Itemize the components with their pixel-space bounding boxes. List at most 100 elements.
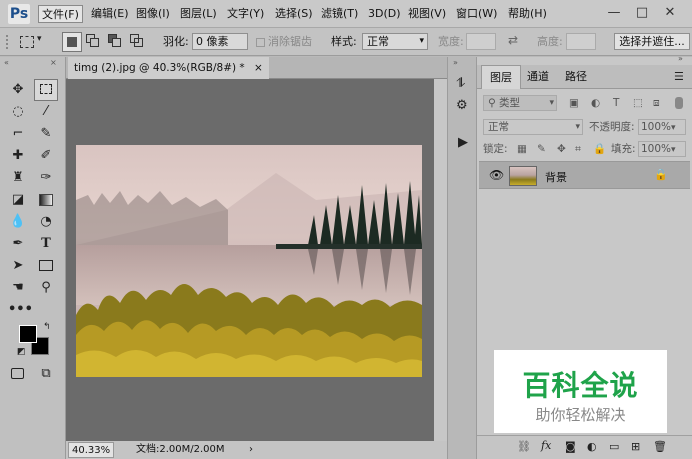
- layer-name: 背景: [545, 171, 567, 184]
- lock-position-icon[interactable]: ✥: [557, 139, 566, 159]
- filter-toggle[interactable]: [675, 97, 683, 109]
- pen-tool-icon[interactable]: ✒: [8, 235, 28, 253]
- chevron-down-icon: ▾: [671, 123, 676, 133]
- close-icon[interactable]: ×: [254, 62, 263, 74]
- filter-pixel-icon[interactable]: ▣: [569, 93, 579, 113]
- lasso-tool-icon[interactable]: ◌: [8, 103, 28, 121]
- actions-panel-icon[interactable]: ▶: [458, 135, 468, 150]
- lock-pixels-icon[interactable]: ✎: [537, 139, 546, 159]
- status-menu-arrow[interactable]: ›: [249, 441, 253, 459]
- panel-menu-icon[interactable]: ☰: [674, 70, 684, 83]
- filter-smart-icon[interactable]: ⧈: [653, 93, 660, 113]
- menu-help[interactable]: 帮助(H): [505, 5, 550, 23]
- menu-image[interactable]: 图像(I): [133, 5, 173, 23]
- trash-icon[interactable]: 🗑: [653, 440, 667, 453]
- quick-mask-icon[interactable]: [8, 365, 28, 383]
- menu-select[interactable]: 选择(S): [272, 5, 316, 23]
- subtract-selection-icon[interactable]: [108, 34, 122, 48]
- menu-layer[interactable]: 图层(L): [177, 5, 220, 23]
- filter-kind-select[interactable]: ⚲ 类型 ▾: [483, 95, 557, 111]
- path-selection-tool-icon[interactable]: ➤: [8, 257, 28, 275]
- default-colors-icon[interactable]: ◩: [17, 347, 26, 357]
- blur-tool-icon[interactable]: 💧: [8, 213, 28, 231]
- filter-shape-icon[interactable]: ⬚: [633, 93, 643, 113]
- blend-mode-select[interactable]: 正常 ▾: [483, 119, 583, 135]
- document-tab[interactable]: timg (2).jpg @ 40.3%(RGB/8#) * ×: [68, 57, 269, 79]
- opacity-input[interactable]: 100%▾: [638, 119, 686, 135]
- fill-input[interactable]: 100%▾: [638, 141, 686, 157]
- select-and-mask-button[interactable]: 选择并遮住...: [614, 33, 690, 50]
- filter-type-icon[interactable]: T: [613, 93, 619, 113]
- close-button[interactable]: ✕: [656, 3, 684, 23]
- close-panel-icon[interactable]: ×: [50, 58, 57, 67]
- photoshop-logo: Ps: [8, 4, 30, 24]
- rectangle-tool-icon[interactable]: [36, 257, 56, 275]
- intersect-selection-icon[interactable]: [130, 34, 144, 48]
- add-selection-icon[interactable]: [86, 34, 100, 48]
- panel-tabs: 图层 通道 路径 ☰: [477, 65, 692, 89]
- menu-filter[interactable]: 滤镜(T): [318, 5, 361, 23]
- healing-brush-tool-icon[interactable]: ✚: [8, 147, 28, 165]
- foreground-color-swatch[interactable]: [19, 325, 37, 343]
- menu-file[interactable]: 文件(F): [38, 5, 83, 23]
- layer-filter-row: ⚲ 类型 ▾ ▣ ◐ T ⬚ ⧈: [481, 93, 688, 113]
- more-tools-icon[interactable]: •••: [8, 301, 33, 319]
- restore-button[interactable]: □: [628, 3, 656, 23]
- eraser-tool-icon[interactable]: ◪: [8, 191, 28, 209]
- marquee-tool-icon[interactable]: [20, 36, 34, 48]
- height-input[interactable]: [566, 33, 596, 50]
- eye-icon[interactable]: 👁: [489, 168, 504, 182]
- new-selection-icon[interactable]: [62, 32, 82, 52]
- collapse-panel-icon[interactable]: »: [678, 54, 683, 63]
- hand-tool-icon[interactable]: ☚: [8, 279, 28, 297]
- width-input[interactable]: [466, 33, 496, 50]
- add-mask-icon[interactable]: ◙: [565, 440, 576, 453]
- fx-icon[interactable]: fx: [541, 439, 551, 452]
- feather-input[interactable]: 0 像素: [192, 33, 248, 50]
- brush-tool-icon[interactable]: ✐: [36, 147, 56, 165]
- new-group-icon[interactable]: ▭: [609, 440, 619, 453]
- link-layers-icon[interactable]: ⛓: [517, 440, 531, 453]
- lock-transparent-icon[interactable]: ▦: [517, 139, 527, 159]
- vertical-scrollbar[interactable]: [434, 79, 447, 441]
- move-tool-icon[interactable]: ✥: [8, 81, 28, 99]
- tab-channels[interactable]: 通道: [519, 65, 557, 89]
- history-panel-icon[interactable]: ⥮: [456, 76, 465, 91]
- filter-adjustment-icon[interactable]: ◐: [591, 93, 600, 113]
- expand-icon[interactable]: »: [453, 58, 458, 67]
- menu-edit[interactable]: 编辑(E): [88, 5, 132, 23]
- adjustment-layer-icon[interactable]: ◐: [587, 440, 597, 453]
- zoom-level-field[interactable]: 40.33%: [68, 442, 115, 458]
- magic-wand-tool-icon[interactable]: ⁄: [36, 103, 56, 121]
- menu-window[interactable]: 窗口(W): [453, 5, 500, 23]
- swap-colors-icon[interactable]: ↰: [43, 322, 51, 332]
- collapse-icon[interactable]: «: [4, 58, 9, 67]
- type-tool-icon[interactable]: T: [36, 235, 56, 253]
- swap-icon[interactable]: ⇄: [508, 33, 518, 47]
- zoom-tool-icon[interactable]: ⚲: [36, 279, 56, 297]
- rect-marquee-tool-icon[interactable]: [34, 79, 58, 101]
- clone-stamp-tool-icon[interactable]: ♜: [8, 169, 28, 187]
- gradient-tool-icon[interactable]: [36, 191, 56, 209]
- minimize-button[interactable]: —: [600, 3, 628, 23]
- chevron-down-icon[interactable]: ▾: [37, 34, 42, 44]
- tab-layers[interactable]: 图层: [481, 65, 521, 89]
- layer-row-background[interactable]: 👁 背景 🔒: [479, 161, 690, 189]
- lock-artboard-icon[interactable]: ⌗: [575, 139, 581, 159]
- menu-view[interactable]: 视图(V): [405, 5, 449, 23]
- screen-mode-icon[interactable]: ⧉: [36, 365, 56, 383]
- eyedropper-tool-icon[interactable]: ✎: [36, 125, 56, 143]
- crop-tool-icon[interactable]: ⌐: [8, 125, 28, 143]
- antialias-checkbox[interactable]: [256, 38, 265, 47]
- lock-all-icon[interactable]: 🔒: [593, 139, 606, 159]
- properties-panel-icon[interactable]: ⚙: [456, 98, 468, 113]
- style-select[interactable]: 正常 ▾: [362, 33, 428, 50]
- search-icon: ⚲: [488, 97, 500, 109]
- menu-type[interactable]: 文字(Y): [224, 5, 267, 23]
- history-brush-tool-icon[interactable]: ✑: [36, 169, 56, 187]
- canvas[interactable]: [66, 79, 434, 441]
- menu-3d[interactable]: 3D(D): [365, 5, 404, 23]
- tab-paths[interactable]: 路径: [557, 65, 595, 89]
- dodge-tool-icon[interactable]: ◔: [36, 213, 56, 231]
- new-layer-icon[interactable]: ⊞: [631, 440, 640, 453]
